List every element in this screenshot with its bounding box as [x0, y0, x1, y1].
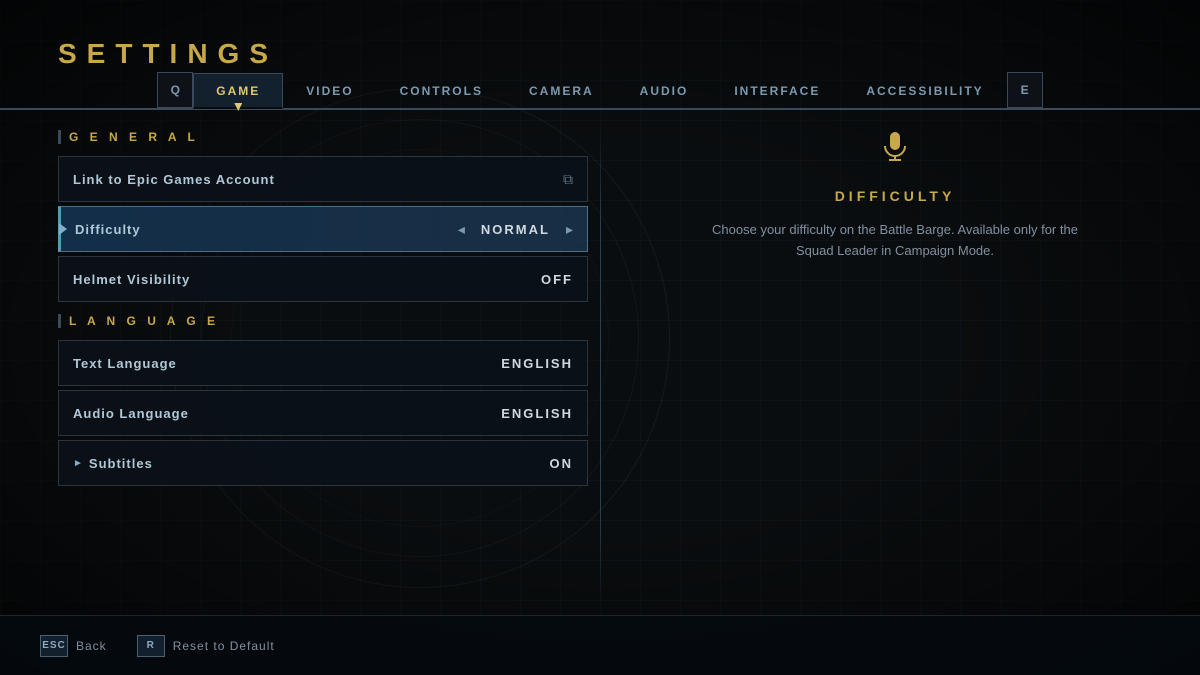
- language-section-header: L A N G U A G E: [58, 314, 588, 328]
- helmet-value: OFF: [541, 272, 573, 287]
- detail-description: Choose your difficulty on the Battle Bar…: [705, 220, 1085, 262]
- reset-action[interactable]: R Reset to Default: [137, 635, 275, 657]
- right-panel: DIFFICULTY Choose your difficulty on the…: [620, 130, 1170, 605]
- tab-audio[interactable]: AUDIO: [617, 72, 712, 108]
- tab-camera[interactable]: CAMERA: [506, 72, 617, 108]
- tab-controls[interactable]: CONTROLS: [377, 72, 506, 108]
- esc-key: ESC: [40, 635, 68, 657]
- subtitles-expand-icon: ►: [73, 458, 83, 469]
- tab-video[interactable]: VIDEO: [283, 72, 376, 108]
- helmet-row[interactable]: Helmet Visibility OFF: [58, 256, 588, 302]
- text-language-row[interactable]: Text Language ENGLISH: [58, 340, 588, 386]
- page-title: SETTINGS: [58, 38, 278, 70]
- panel-divider: [600, 130, 601, 605]
- difficulty-value: NORMAL: [481, 222, 550, 237]
- row-cursor: [59, 223, 67, 235]
- audio-language-label: Audio Language: [73, 406, 501, 421]
- text-language-label: Text Language: [73, 356, 501, 371]
- tab-left-bracket[interactable]: Q: [157, 72, 193, 108]
- audio-language-row[interactable]: Audio Language ENGLISH: [58, 390, 588, 436]
- difficulty-control: ◂ NORMAL ▸: [458, 221, 573, 238]
- subtitles-value: ON: [550, 456, 574, 471]
- left-panel: G E N E R A L Link to Epic Games Account…: [58, 130, 588, 605]
- tab-interface[interactable]: INTERFACE: [711, 72, 843, 108]
- link-icon: ⧉: [563, 171, 573, 188]
- text-language-value: ENGLISH: [501, 356, 573, 371]
- difficulty-label: Difficulty: [75, 222, 458, 237]
- subtitles-row[interactable]: ► Subtitles ON: [58, 440, 588, 486]
- subtitles-label: Subtitles: [89, 456, 550, 471]
- epic-link-row[interactable]: Link to Epic Games Account ⧉: [58, 156, 588, 202]
- general-section-header: G E N E R A L: [58, 130, 588, 144]
- reset-label: Reset to Default: [173, 639, 275, 653]
- tab-bar: Q GAME VIDEO CONTROLS CAMERA AUDIO INTER…: [0, 72, 1200, 110]
- r-key: R: [137, 635, 165, 657]
- tab-right-bracket[interactable]: E: [1007, 72, 1043, 108]
- helmet-label: Helmet Visibility: [73, 272, 541, 287]
- difficulty-row[interactable]: Difficulty ◂ NORMAL ▸: [58, 206, 588, 252]
- tab-accessibility[interactable]: ACCESSIBILITY: [843, 72, 1006, 108]
- bottom-bar: ESC Back R Reset to Default: [0, 615, 1200, 675]
- tab-game[interactable]: GAME: [193, 73, 283, 109]
- audio-language-value: ENGLISH: [501, 406, 573, 421]
- settings-page: SETTINGS Q GAME VIDEO CONTROLS CAMERA AU…: [0, 0, 1200, 675]
- back-action[interactable]: ESC Back: [40, 635, 107, 657]
- difficulty-prev-arrow[interactable]: ◂: [458, 221, 465, 238]
- detail-icon: [881, 130, 909, 168]
- epic-link-label: Link to Epic Games Account: [73, 172, 553, 187]
- difficulty-next-arrow[interactable]: ▸: [566, 221, 573, 238]
- back-label: Back: [76, 639, 107, 653]
- detail-title: DIFFICULTY: [835, 188, 956, 204]
